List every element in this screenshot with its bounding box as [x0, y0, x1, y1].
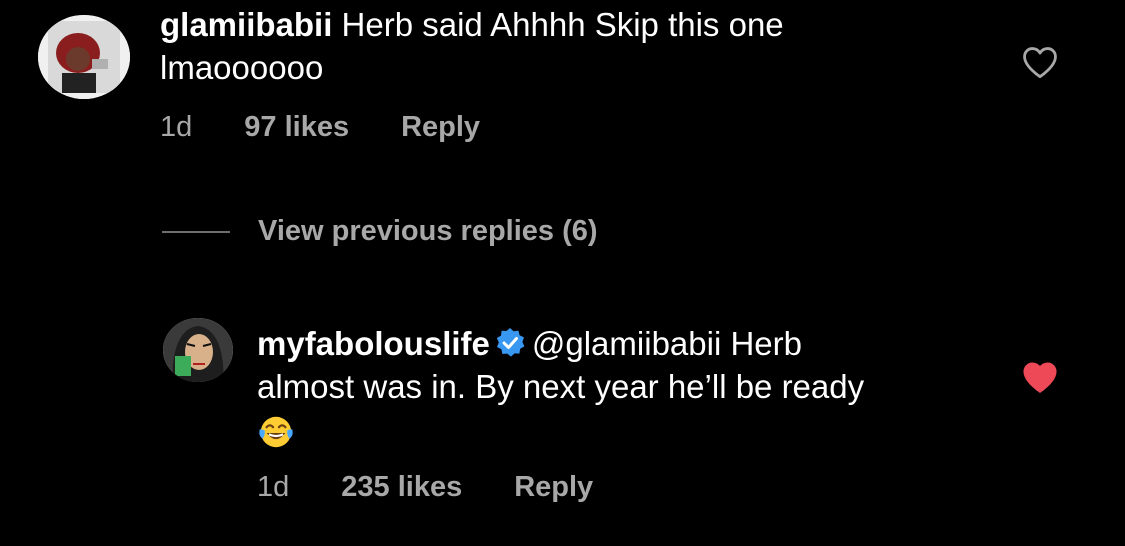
- comment-reply-button[interactable]: Reply: [401, 111, 480, 144]
- reply-reply-button[interactable]: Reply: [514, 471, 593, 504]
- comment-meta: 1d 97 likes Reply: [160, 111, 480, 144]
- reply-meta: 1d 235 likes Reply: [257, 471, 593, 504]
- reply-time: 1d: [257, 471, 290, 503]
- reply-likes[interactable]: 235 likes: [341, 471, 462, 504]
- heart-outline-icon[interactable]: [1021, 45, 1059, 79]
- comment-text: glamiibabii Herb said Ahhhh Skip this on…: [160, 3, 784, 89]
- heart-filled-icon[interactable]: [1021, 360, 1059, 394]
- comment-likes[interactable]: 97 likes: [244, 111, 349, 144]
- view-previous-replies-button[interactable]: View previous replies (6): [162, 215, 598, 248]
- comment-time: 1d: [160, 111, 193, 143]
- reply-mention[interactable]: @glamiibabii: [532, 325, 721, 362]
- comment-text-line1: Herb said Ahhhh Skip this one: [341, 6, 784, 43]
- avatar-glamiibabii[interactable]: [38, 15, 130, 99]
- reply-username[interactable]: myfabolouslife: [257, 325, 490, 362]
- comment-text-line2: lmaoooooo: [160, 49, 324, 86]
- reply-text: myfabolouslife @glamiibabii Herb almost …: [257, 322, 864, 451]
- face-with-tears-of-joy-icon: [259, 417, 293, 448]
- comment-username[interactable]: glamiibabii: [160, 6, 332, 43]
- reply-text-line1-rest: Herb: [730, 325, 802, 362]
- reply-text-line2: almost was in. By next year he’ll be rea…: [257, 368, 865, 405]
- divider-line: [162, 230, 230, 233]
- verified-badge-icon: [496, 328, 525, 357]
- avatar-myfabolouslife[interactable]: [163, 318, 233, 382]
- view-previous-replies-label: View previous replies (6): [258, 215, 598, 247]
